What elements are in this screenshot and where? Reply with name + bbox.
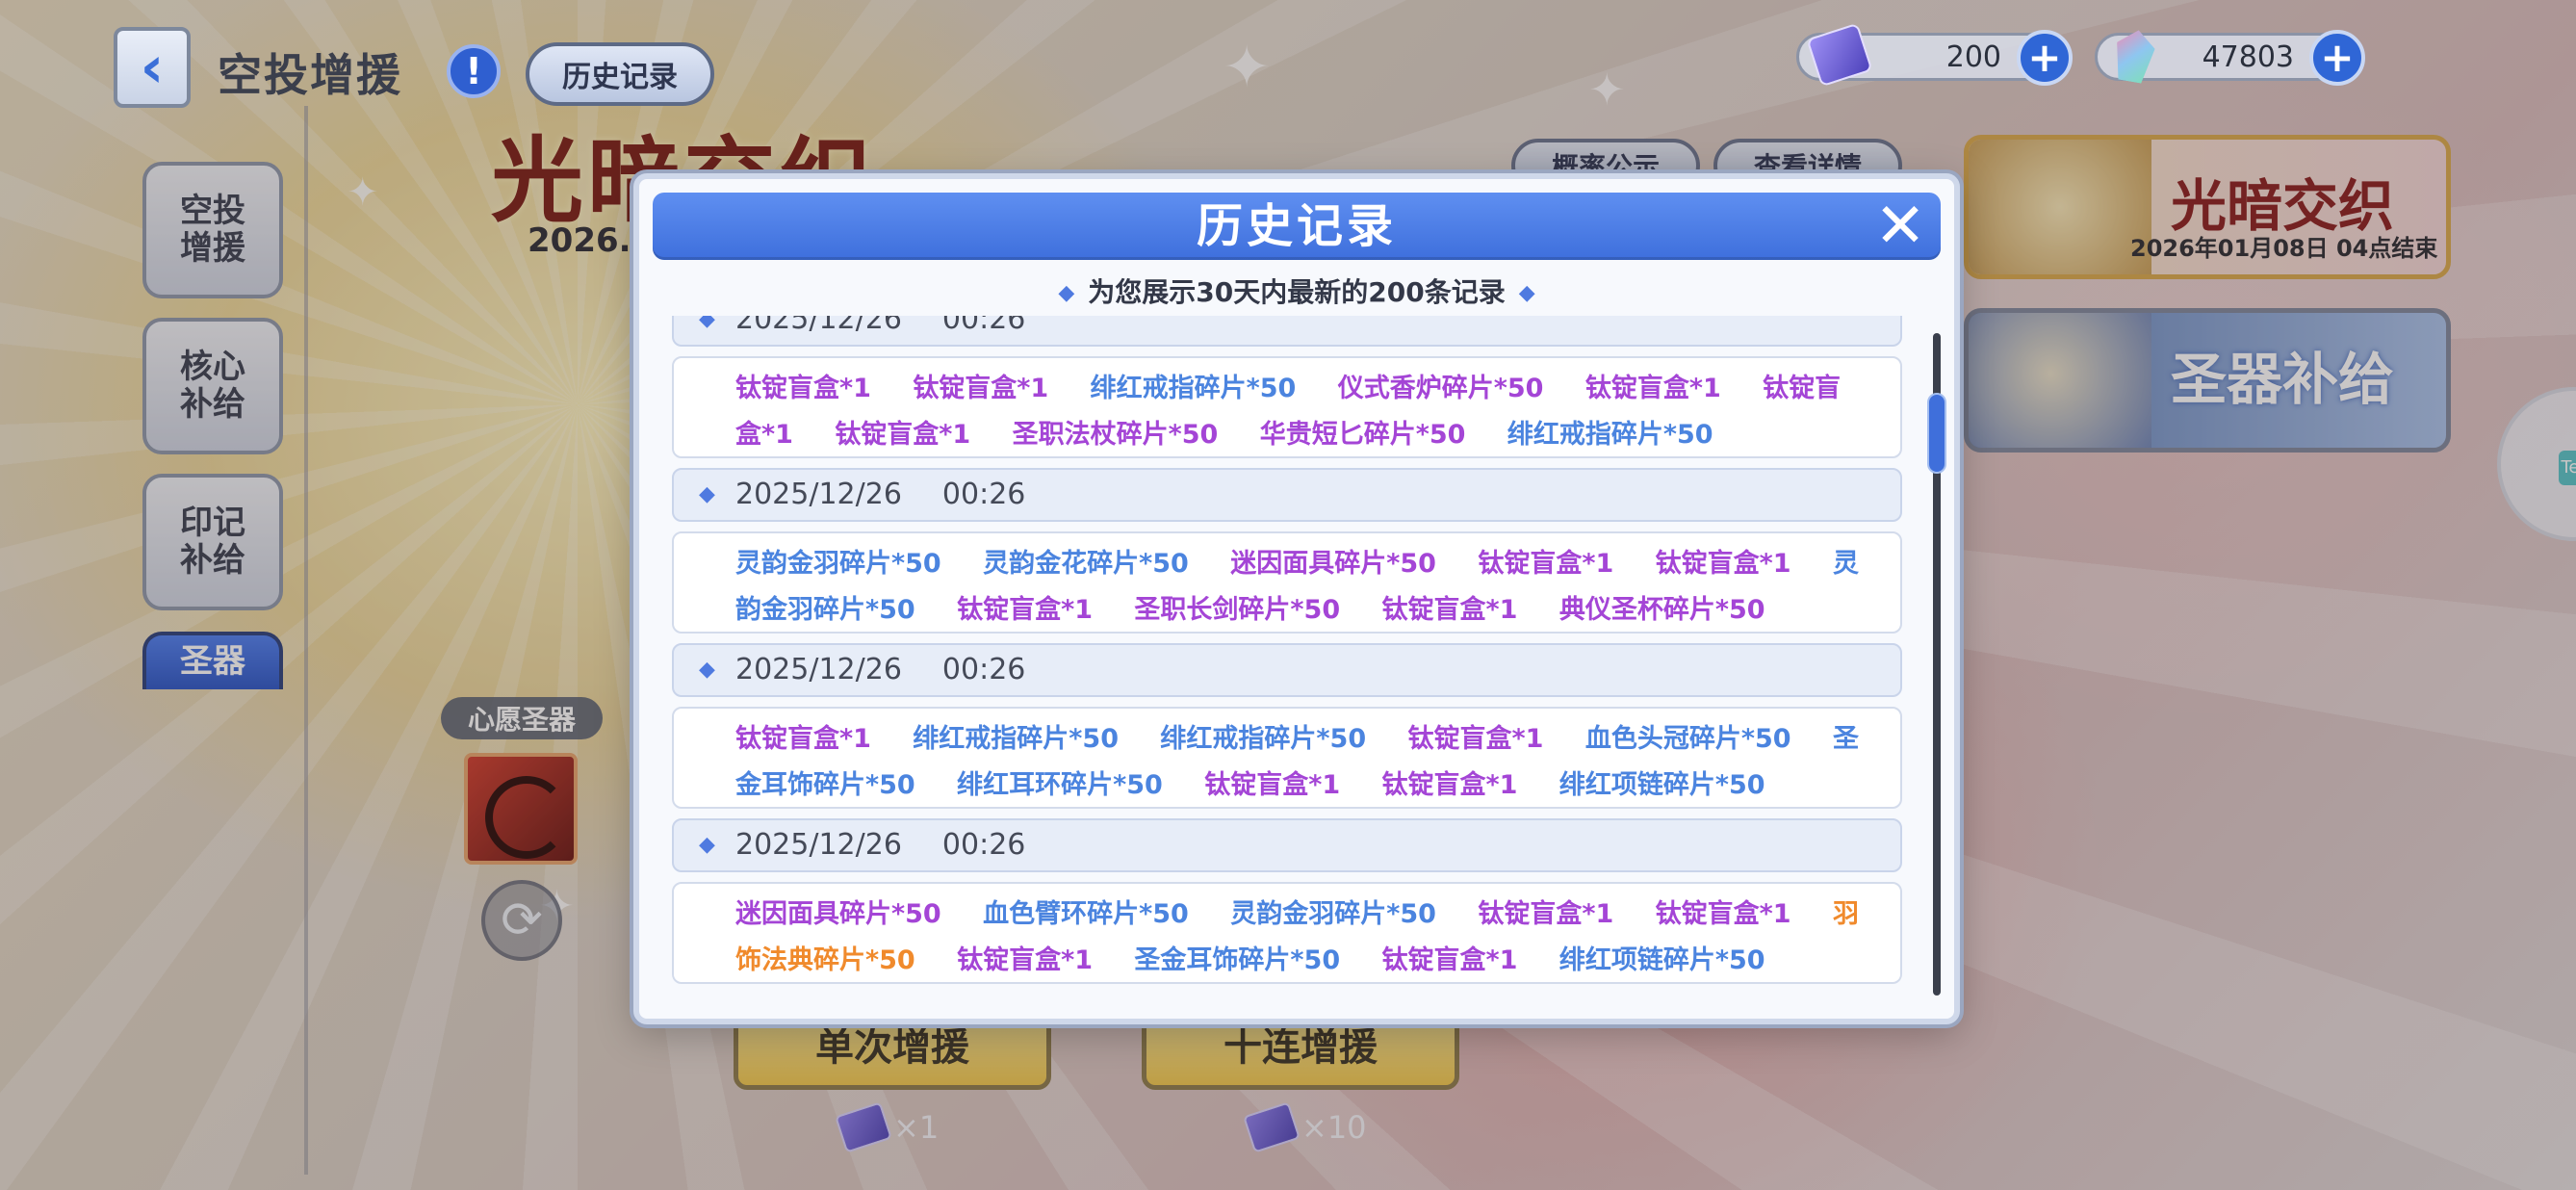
- record-items: 钛锭盲盒*1 钛锭盲盒*1 绯红戒指碎片*50 仪式香炉碎片*50 钛锭盲盒*1…: [672, 356, 1902, 458]
- reward-item: 圣金耳饰碎片*50: [1134, 945, 1341, 975]
- reward-item: 血色臂环碎片*50: [983, 899, 1189, 929]
- history-button[interactable]: 历史记录: [526, 42, 714, 106]
- diamond-icon: ◆: [1518, 281, 1535, 305]
- reward-item: 圣职法杖碎片*50: [1012, 420, 1219, 450]
- ticket-currency: 200 +: [1796, 22, 2073, 88]
- reward-item: 钛锭盲盒*1: [1381, 945, 1518, 975]
- history-list[interactable]: ◆ 2025/12/26 00:26 钛锭盲盒*1 钛锭盲盒*1 绯红戒指碎片*50 …: [653, 316, 1927, 1003]
- reward-item: 圣职长剑碎片*50: [1134, 595, 1341, 625]
- reward-item: 钛锭盲盒*1: [1478, 899, 1614, 929]
- reward-item: 绯红项链碎片*50: [1558, 945, 1765, 975]
- crystal-count: 47803: [2202, 39, 2294, 74]
- record-time: 00:26: [941, 478, 1026, 511]
- reward-item: 绯红戒指碎片*50: [1090, 374, 1297, 403]
- info-icon[interactable]: !: [447, 44, 501, 98]
- reward-item: 绯红戒指碎片*50: [913, 724, 1120, 754]
- reward-item: 钛锭盲盒*1: [957, 595, 1094, 625]
- diamond-icon: ◆: [699, 833, 715, 857]
- reward-item: 绯红戒指碎片*50: [1507, 420, 1713, 450]
- modal-header: 历史记录 ✕: [653, 193, 1941, 260]
- reward-item: 钛锭盲盒*1: [1478, 549, 1614, 579]
- reward-item: 钛锭盲盒*1: [1584, 374, 1721, 403]
- reward-item: 钛锭盲盒*1: [913, 374, 1049, 403]
- record-date: 2025/12/26: [735, 828, 902, 862]
- record-items: 灵韵金羽碎片*50 灵韵金花碎片*50 迷因面具碎片*50 钛锭盲盒*1 钛锭盲…: [672, 531, 1902, 634]
- reward-item: 绯红项链碎片*50: [1558, 770, 1765, 800]
- reward-item: 钛锭盲盒*1: [957, 945, 1094, 975]
- reward-item: 钛锭盲盒*1: [1655, 899, 1791, 929]
- reward-item: 仪式香炉碎片*50: [1337, 374, 1544, 403]
- reward-item: 血色头冠碎片*50: [1584, 724, 1791, 754]
- history-modal: 历史记录 ✕ ◆ 为您展示30天内最新的200条记录 ◆ ◆ 2025/12/26 00…: [633, 173, 1960, 1024]
- reward-item: 钛锭盲盒*1: [735, 374, 871, 403]
- record-date-row: ◆ 2025/12/26 00:26: [672, 818, 1902, 872]
- modal-subtitle: ◆ 为您展示30天内最新的200条记录 ◆: [639, 272, 1954, 310]
- record-date-row: ◆ 2025/12/26 00:26: [672, 468, 1902, 522]
- record-time: 00:26: [941, 653, 1026, 686]
- back-button[interactable]: ‹: [114, 27, 191, 108]
- reward-item: 绯红戒指碎片*50: [1160, 724, 1367, 754]
- reward-item: 钛锭盲盒*1: [735, 724, 871, 754]
- diamond-icon: ◆: [699, 316, 715, 331]
- modal-title: 历史记录: [1196, 199, 1397, 253]
- record-date-row: ◆ 2025/12/26 00:26: [672, 316, 1902, 347]
- record-date: 2025/12/26: [735, 478, 902, 511]
- ticket-count: 200: [1945, 39, 2001, 74]
- diamond-icon: ◆: [1058, 281, 1075, 305]
- reward-item: 迷因面具碎片*50: [735, 899, 941, 929]
- chevron-left-icon: ‹: [140, 34, 165, 101]
- crystal-currency: 47803 +: [2095, 33, 2365, 86]
- modal-subtitle-text: 为您展示30天内最新的200条记录: [1088, 276, 1506, 308]
- reward-item: 钛锭盲盒*1: [1655, 549, 1791, 579]
- reward-item: 钛锭盲盒*1: [1204, 770, 1341, 800]
- record-items: 迷因面具碎片*50 血色臂环碎片*50 灵韵金羽碎片*50 钛锭盲盒*1 钛锭盲…: [672, 882, 1902, 984]
- reward-item: 灵韵金羽碎片*50: [735, 549, 941, 579]
- reward-item: 灵韵金花碎片*50: [983, 549, 1189, 579]
- record-time: 00:26: [941, 828, 1026, 862]
- scrollbar-thumb[interactable]: [1927, 393, 1946, 474]
- reward-item: 钛锭盲盒*1: [835, 420, 971, 450]
- record-date: 2025/12/26: [735, 653, 902, 686]
- add-crystal-button[interactable]: +: [2309, 30, 2365, 86]
- ticket-icon: [1806, 22, 1873, 88]
- reward-item: 绯红耳环碎片*50: [957, 770, 1163, 800]
- record-time: 00:26: [941, 316, 1026, 336]
- diamond-icon: ◆: [699, 658, 715, 682]
- page-title: 空投增援: [218, 49, 402, 101]
- reward-item: 典仪圣杯碎片*50: [1558, 595, 1765, 625]
- add-ticket-button[interactable]: +: [2017, 30, 2073, 86]
- diamond-icon: ◆: [699, 482, 715, 506]
- reward-item: 灵韵金羽碎片*50: [1230, 899, 1436, 929]
- reward-item: 迷因面具碎片*50: [1230, 549, 1436, 579]
- close-icon[interactable]: ✕: [1871, 195, 1929, 257]
- record-date-row: ◆ 2025/12/26 00:26: [672, 643, 1902, 697]
- reward-item: 华贵短匕碎片*50: [1259, 420, 1466, 450]
- record-date: 2025/12/26: [735, 316, 902, 336]
- record-items: 钛锭盲盒*1 绯红戒指碎片*50 绯红戒指碎片*50 钛锭盲盒*1 血色头冠碎片…: [672, 707, 1902, 809]
- reward-item: 钛锭盲盒*1: [1407, 724, 1544, 754]
- reward-item: 钛锭盲盒*1: [1381, 770, 1518, 800]
- reward-item: 钛锭盲盒*1: [1381, 595, 1518, 625]
- crystal-icon: [2111, 27, 2158, 85]
